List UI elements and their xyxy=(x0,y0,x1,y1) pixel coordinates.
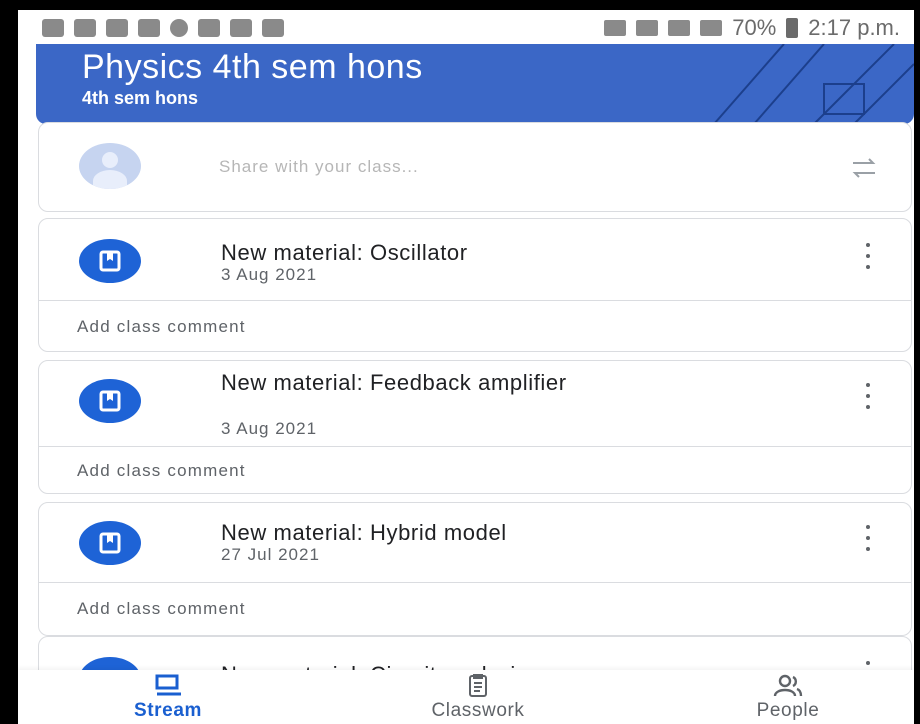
post-title: New material: Hybrid model xyxy=(221,520,507,545)
avatar xyxy=(79,143,141,189)
post-header[interactable]: New material: Feedback amplifier 3 Aug 2… xyxy=(39,361,911,447)
video-icon xyxy=(262,19,284,37)
system-status: 70% 2:17 p.m. xyxy=(604,15,900,41)
more-options-icon[interactable] xyxy=(863,243,873,269)
people-icon xyxy=(773,674,803,697)
network-icon xyxy=(668,20,691,36)
tab-classwork-label: Classwork xyxy=(431,700,525,721)
message-icon xyxy=(42,19,64,37)
share-box[interactable]: Share with your class... xyxy=(38,122,912,212)
class-banner[interactable]: Physics 4th sem hons 4th sem hons xyxy=(36,44,914,124)
stream-post[interactable]: New material: Oscillator 3 Aug 2021 Add … xyxy=(38,218,912,352)
alarm-icon xyxy=(636,20,659,36)
tab-classwork[interactable]: Classwork xyxy=(398,674,558,722)
battery-icon xyxy=(786,18,799,38)
tab-people[interactable]: People xyxy=(708,674,868,722)
post-date: 3 Aug 2021 xyxy=(221,419,318,438)
more-options-icon[interactable] xyxy=(863,383,873,409)
post-header[interactable]: New material: Hybrid model 27 Jul 2021 xyxy=(39,503,911,583)
notification-icons xyxy=(42,19,284,37)
signal-icon xyxy=(700,20,723,36)
stream-icon xyxy=(155,674,181,696)
material-icon xyxy=(79,521,141,565)
class-title: Physics 4th sem hons xyxy=(82,48,423,86)
gallery-icon xyxy=(74,19,96,37)
post-date: 3 Aug 2021 xyxy=(221,265,318,284)
stream-post[interactable]: New material: Hybrid model 27 Jul 2021 A… xyxy=(38,502,912,636)
notification-icon xyxy=(230,19,252,37)
post-date: 27 Jul 2021 xyxy=(221,545,320,564)
repost-icon[interactable] xyxy=(849,153,879,183)
add-comment-link[interactable]: Add class comment xyxy=(77,599,246,619)
tab-stream-label: Stream xyxy=(133,700,203,721)
tab-people-label: People xyxy=(756,700,820,721)
post-title: New material: Feedback amplifier xyxy=(221,370,567,395)
whatsapp-icon xyxy=(170,19,188,37)
classwork-icon xyxy=(469,674,487,697)
more-options-icon[interactable] xyxy=(863,525,873,551)
material-icon xyxy=(79,239,141,283)
tab-stream[interactable]: Stream xyxy=(88,674,248,722)
battery-percent: 70% xyxy=(732,15,777,40)
post-header[interactable]: New material: Oscillator 3 Aug 2021 xyxy=(39,219,911,301)
clock: 2:17 p.m. xyxy=(808,15,900,40)
add-comment-link[interactable]: Add class comment xyxy=(77,317,246,337)
material-icon xyxy=(79,379,141,423)
share-input[interactable]: Share with your class... xyxy=(219,157,419,177)
nfc-icon xyxy=(604,20,627,36)
chat-icon xyxy=(106,19,128,37)
mail-icon xyxy=(198,19,220,37)
app-screen: 70% 2:17 p.m. Physics 4th sem hons 4th s… xyxy=(18,10,914,724)
add-comment-link[interactable]: Add class comment xyxy=(77,461,246,481)
post-title: New material: Oscillator xyxy=(221,240,468,265)
banner-illustration xyxy=(713,44,914,124)
class-section: 4th sem hons xyxy=(82,88,199,108)
chat-icon xyxy=(138,19,160,37)
status-bar: 70% 2:17 p.m. xyxy=(18,10,914,46)
bottom-navigation: Stream Classwork People xyxy=(18,670,914,724)
stream-post[interactable]: New material: Feedback amplifier 3 Aug 2… xyxy=(38,360,912,494)
